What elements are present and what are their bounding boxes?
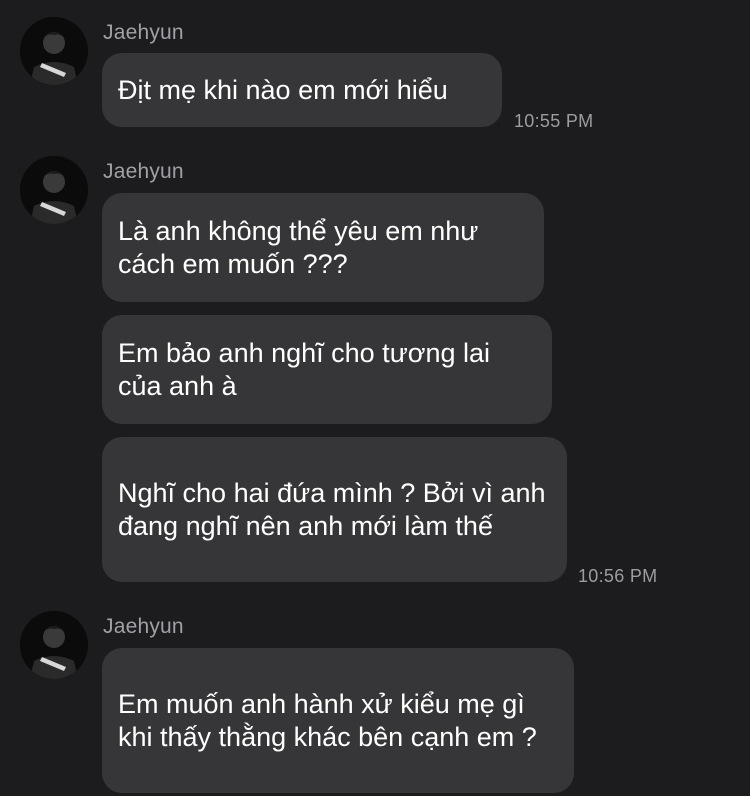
profile-photo-icon (20, 156, 88, 224)
sender-name: Jaehyun (103, 615, 184, 638)
profile-photo-icon (20, 17, 88, 85)
message-bubble[interactable]: Địt mẹ khi nào em mới hiểu (102, 53, 502, 127)
chat-thread: Jaehyun Địt mẹ khi nào em mới hiểu 10:55… (0, 0, 750, 796)
message-bubble[interactable]: Nghĩ cho hai đứa mình ? Bởi vì anh đang … (102, 437, 567, 582)
avatar[interactable] (20, 17, 88, 85)
avatar[interactable] (20, 611, 88, 679)
sender-name: Jaehyun (103, 160, 184, 183)
message-bubble[interactable]: Em bảo anh nghĩ cho tương lai của anh à (102, 315, 552, 424)
message-bubble[interactable]: Em muốn anh hành xử kiểu mẹ gì khi thấy … (102, 648, 574, 793)
timestamp: 10:56 PM (578, 566, 658, 586)
message-bubble[interactable]: Là anh không thể yêu em như cách em muốn… (102, 193, 544, 302)
sender-name: Jaehyun (103, 21, 184, 44)
timestamp: 10:55 PM (514, 111, 594, 131)
avatar[interactable] (20, 156, 88, 224)
profile-photo-icon (20, 611, 88, 679)
